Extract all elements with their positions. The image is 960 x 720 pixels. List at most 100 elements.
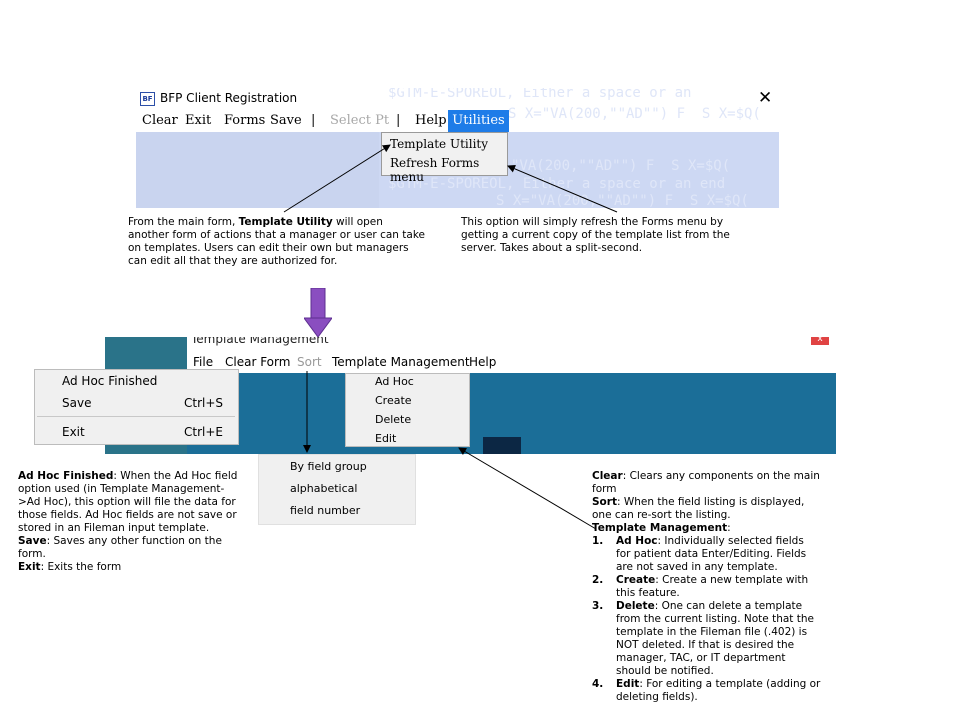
note-line: NOT deleted. If that is desired the xyxy=(616,639,795,651)
list-item: 1. Ad Hoc: Individually selected fields fo… xyxy=(592,535,842,574)
list-item: 2. Create: Create a new template with this… xyxy=(592,574,842,600)
shortcut-label: Ctrl+S xyxy=(184,396,224,410)
note-line: are not saved in any template. xyxy=(616,561,778,573)
menu-file[interactable]: File xyxy=(193,355,213,369)
list-number: 2. xyxy=(592,574,604,586)
menu-separator: | xyxy=(396,113,401,128)
note-text: : When the field listing is displayed, xyxy=(616,496,805,508)
note-text: : When the Ad Hoc field xyxy=(113,470,238,482)
note-line: for patient data Enter/Editing. Fields xyxy=(616,548,807,560)
note-text: From the main form, xyxy=(128,216,239,228)
note-line: on templates. Users can edit their own b… xyxy=(128,242,409,254)
note-line: those fields. Ad Hoc fields are not save… xyxy=(18,509,237,521)
template-management-dropdown: Ad Hoc Create Delete Edit xyxy=(345,373,470,447)
list-number: 4. xyxy=(592,678,604,690)
note-bold-label: Template Utility xyxy=(238,216,333,228)
note-bold-label: Create xyxy=(616,574,656,586)
menu-item-edit[interactable]: Edit xyxy=(375,432,396,445)
menu-select-pt[interactable]: Select Pt xyxy=(330,113,389,128)
note-text: : Individually selected fields xyxy=(657,535,804,547)
note-line: getting a current copy of the template l… xyxy=(461,229,730,241)
note-bold-label: Ad Hoc xyxy=(616,535,658,547)
list-item-text: Edit: For editing a template (adding or d… xyxy=(616,678,820,704)
template-utility-note: From the main form, Template Utility wil… xyxy=(128,216,448,268)
note-text: : Create a new template with xyxy=(655,574,809,586)
note-line: form. xyxy=(18,548,46,560)
list-item: 4. Edit: For editing a template (adding o… xyxy=(592,678,842,704)
client-registration-window: BF BFP Client Registration ✕ Clear Exit … xyxy=(136,88,779,208)
note-bold-label: Clear xyxy=(592,470,623,482)
note-line: this feature. xyxy=(616,587,680,599)
menu-forms[interactable]: Forms xyxy=(224,113,265,128)
menu-divider xyxy=(37,416,235,417)
menu-item-exit[interactable]: Exit xyxy=(62,425,85,439)
template-management-notes: Clear: Clears any components on the main… xyxy=(592,470,842,704)
menu-item-alphabetical[interactable]: alphabetical xyxy=(290,482,357,495)
note-bold-label: Edit xyxy=(616,678,640,690)
menu-separator: | xyxy=(311,113,316,128)
note-text: : For editing a template (adding or xyxy=(639,678,821,690)
window-title: Template Management xyxy=(191,337,329,346)
note-bold-label: Ad Hoc Finished xyxy=(18,470,114,482)
note-bold-label: Save xyxy=(18,535,47,547)
note-line: can edit all that they are authorized fo… xyxy=(128,255,338,267)
template-management-list: 1. Ad Hoc: Individually selected fields fo… xyxy=(592,535,842,704)
down-arrow-icon xyxy=(304,288,332,338)
note-line: one can re-sort the listing. xyxy=(592,509,731,521)
background-code-line: S X="VA(200,""AD"") F S X=$Q( xyxy=(496,193,749,208)
menu-item-refresh-forms[interactable]: Refresh Forms menu xyxy=(390,156,507,184)
note-text: will open xyxy=(332,216,383,228)
background-code-line: S X="VA(200,""AD"") F S X=$Q( xyxy=(508,106,761,122)
refresh-note: This option will simply refresh the Form… xyxy=(461,216,761,255)
app-icon: BF xyxy=(140,92,155,106)
menu-item-save[interactable]: Save xyxy=(62,396,91,410)
menu-item-field-number[interactable]: field number xyxy=(290,504,360,517)
menu-item-create[interactable]: Create xyxy=(375,394,412,407)
menu-clear[interactable]: Clear xyxy=(142,113,178,128)
note-line: template in the Fileman file (.402) is xyxy=(616,626,808,638)
file-menu-notes: Ad Hoc Finished: When the Ad Hoc field o… xyxy=(18,470,253,574)
note-bold-label: Delete xyxy=(616,600,655,612)
file-dropdown: Ad Hoc Finished Save Ctrl+S Exit Ctrl+E xyxy=(34,369,239,445)
close-icon[interactable]: x xyxy=(811,337,829,345)
menu-item-ad-hoc[interactable]: Ad Hoc xyxy=(375,375,414,388)
list-number: 1. xyxy=(592,535,604,547)
note-text: : One can delete a template xyxy=(654,600,803,612)
utilities-dropdown: Template Utility Refresh Forms menu xyxy=(381,132,508,184)
menu-save[interactable]: Save xyxy=(270,113,302,128)
menu-exit[interactable]: Exit xyxy=(185,113,211,128)
menu-template-management[interactable]: Template Management xyxy=(332,355,470,369)
note-text: : Saves any other function on the xyxy=(46,535,222,547)
menu-help[interactable]: Help xyxy=(469,355,496,369)
menu-utilities[interactable]: Utilities xyxy=(448,110,509,132)
note-bold-label: Sort xyxy=(592,496,617,508)
note-line: stored in an Fileman input template. xyxy=(18,522,210,534)
note-text: : xyxy=(727,522,731,534)
note-text: : Clears any components on the main xyxy=(622,470,820,482)
note-line: option used (in Template Management- xyxy=(18,483,225,495)
note-line: form xyxy=(592,483,617,495)
background-code-line: "VA(200,""AD"") F S X=$Q( xyxy=(511,158,731,174)
menu-item-template-utility[interactable]: Template Utility xyxy=(390,137,488,151)
background-code-line: $GTM-E-SPOREOL, Either a space or an xyxy=(388,88,692,101)
note-bold-label: Exit xyxy=(18,561,41,573)
menu-item-delete[interactable]: Delete xyxy=(375,413,411,426)
note-line: server. Takes about a split-second. xyxy=(461,242,643,254)
menu-sort[interactable]: Sort xyxy=(297,355,322,369)
note-text: : Exits the form xyxy=(40,561,122,573)
note-bold-label: Template Management xyxy=(592,522,728,534)
menu-item-ad-hoc-finished[interactable]: Ad Hoc Finished xyxy=(62,374,157,388)
menu-help[interactable]: Help xyxy=(415,113,447,128)
list-item-text: Create: Create a new template with this f… xyxy=(616,574,808,600)
note-line: This option will simply refresh the Form… xyxy=(461,216,724,228)
close-icon[interactable]: ✕ xyxy=(758,89,772,107)
note-line: >Ad Hoc), this option will file the data… xyxy=(18,496,236,508)
note-line: from the current listing. Note that the xyxy=(616,613,814,625)
menu-bar: File Clear Form Sort Template Management… xyxy=(187,351,836,373)
note-line: deleting fields). xyxy=(616,691,698,703)
note-line: manager, TAC, or IT department xyxy=(616,652,786,664)
list-item-text: Delete: One can delete a template from th… xyxy=(616,600,814,678)
menu-item-by-field-group[interactable]: By field group xyxy=(290,460,367,473)
sort-dropdown: By field group alphabetical field number xyxy=(258,454,416,525)
menu-clear-form[interactable]: Clear Form xyxy=(225,355,290,369)
